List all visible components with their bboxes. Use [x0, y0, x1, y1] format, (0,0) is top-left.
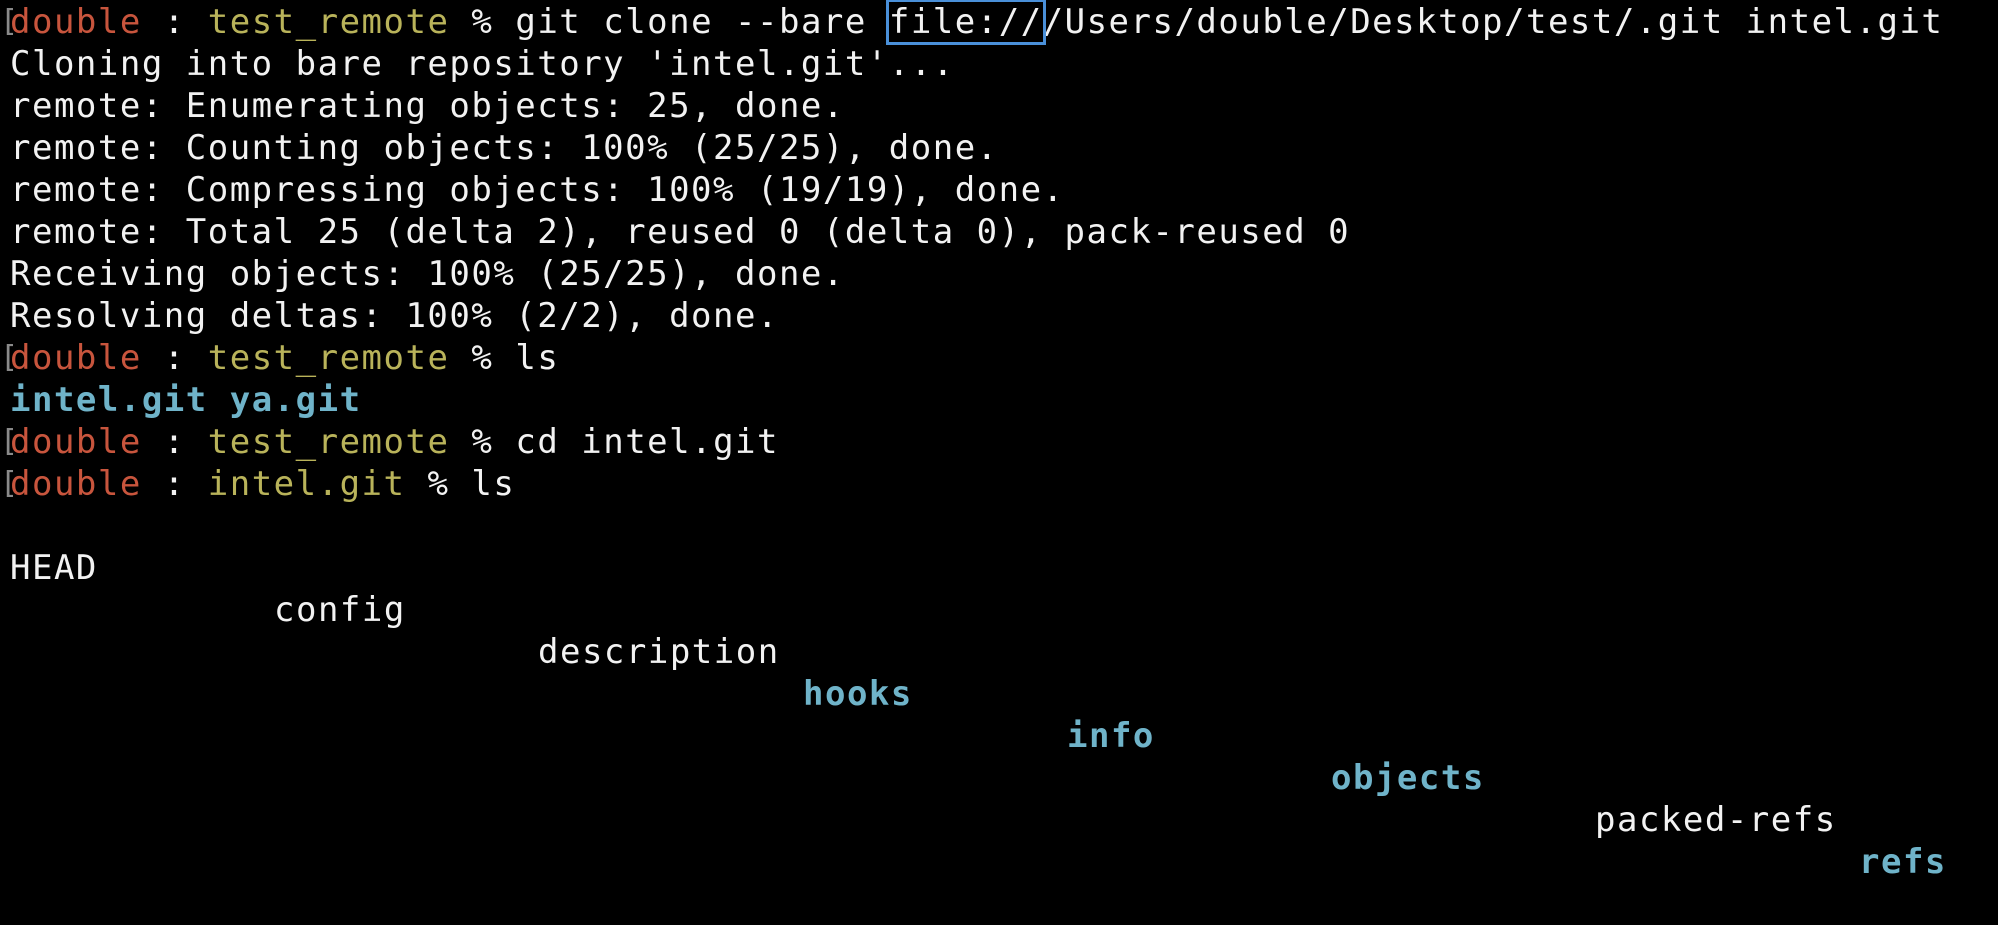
prompt-dir: test_remote: [207, 422, 450, 462]
prompt-separator: :: [141, 422, 208, 462]
terminal-window[interactable]: [ double : test_remote % git clone --bar…: [0, 0, 1998, 882]
output-line: remote: Enumerating objects: 25, done.: [10, 86, 845, 126]
command-text: /Users/double/Desktop/test/.git intel.gi…: [1042, 2, 1944, 42]
directory-entry: ya.git: [229, 380, 362, 420]
prompt-dir: intel.git: [207, 464, 406, 504]
prompt-user: double: [10, 422, 142, 462]
output-line: Cloning into bare repository 'intel.git'…: [10, 44, 955, 84]
directory-entry: info: [1067, 716, 1155, 756]
prompt-user: double: [10, 338, 142, 378]
prompt-line-cd: double : test_remote % cd intel.git: [10, 421, 779, 463]
prompt-user: double: [10, 2, 142, 42]
prompt-separator: :: [141, 464, 208, 504]
prompt-bracket: [: [0, 4, 20, 39]
directory-entry: objects: [1331, 758, 1485, 798]
ls-output: intel.git ya.git: [10, 379, 362, 421]
command-text: git clone --bare: [515, 2, 889, 42]
output-line: remote: Compressing objects: 100% (19/19…: [10, 170, 1065, 210]
prompt-separator: :: [141, 338, 208, 378]
directory-entry: refs: [1859, 842, 1947, 882]
output-line: Receiving objects: 100% (25/25), done.: [10, 254, 845, 294]
prompt-line-ls-intel: double : intel.git % ls: [10, 463, 515, 505]
prompt-line-ls: double : test_remote % ls: [10, 337, 559, 379]
command-text: ls: [471, 464, 516, 504]
prompt-dir: test_remote: [207, 338, 450, 378]
output-line: remote: Total 25 (delta 2), reused 0 (de…: [10, 212, 1351, 252]
command-text: ls: [515, 338, 560, 378]
file-entry: packed-refs: [1595, 800, 1837, 840]
prompt-symbol: %: [405, 464, 472, 504]
prompt-bracket: [: [0, 466, 20, 501]
prompt-symbol: %: [449, 422, 516, 462]
prompt-user: double: [10, 464, 142, 504]
prompt-symbol: %: [449, 2, 516, 42]
output-line: Resolving deltas: 100% (2/2), done.: [10, 296, 779, 336]
ls-intel-output: HEAD config description hooks info objec…: [10, 505, 1990, 882]
directory-entry: hooks: [803, 674, 913, 714]
prompt-symbol: %: [449, 338, 516, 378]
highlighted-file-protocol: file://: [885, 0, 1046, 45]
prompt-bracket: [: [0, 424, 20, 459]
file-entry: HEAD: [10, 548, 98, 588]
prompt-dir: test_remote: [207, 2, 450, 42]
output-line: remote: Counting objects: 100% (25/25), …: [10, 128, 999, 168]
prompt-line-clone: double : test_remote % git clone --bare …: [10, 0, 1944, 45]
file-entry: description: [538, 632, 780, 672]
file-entry: config: [274, 590, 406, 630]
prompt-bracket: [: [0, 340, 20, 375]
command-text: cd intel.git: [515, 422, 779, 462]
directory-entry: intel.git: [10, 380, 208, 420]
prompt-separator: :: [141, 2, 208, 42]
